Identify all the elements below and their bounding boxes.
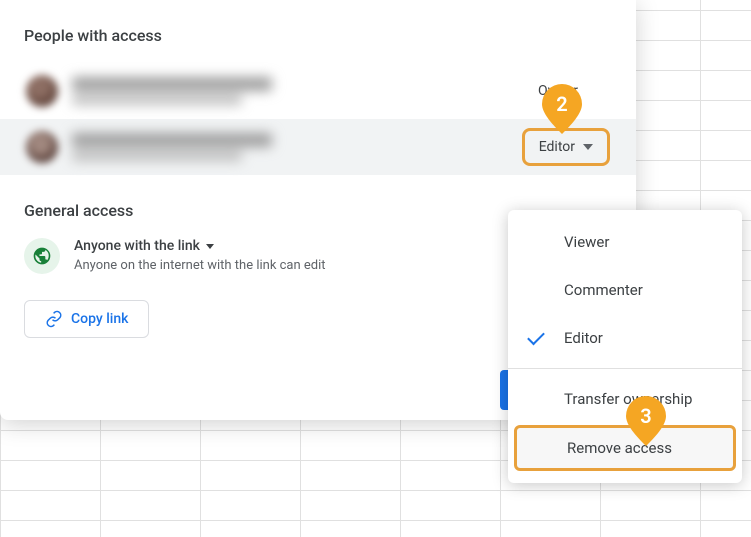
chevron-down-icon	[206, 244, 214, 249]
copy-link-label: Copy link	[71, 311, 128, 327]
link-icon	[45, 310, 63, 328]
callout-marker-3: 3	[624, 394, 668, 448]
globe-icon	[32, 246, 52, 266]
globe-icon-circle	[24, 238, 60, 274]
people-with-access-heading: People with access	[24, 26, 612, 45]
menu-item-editor[interactable]: Editor	[508, 314, 742, 362]
copy-link-button[interactable]: Copy link	[24, 300, 149, 338]
person-row: Owner	[24, 63, 612, 119]
menu-item-viewer[interactable]: Viewer	[508, 218, 742, 266]
person-info-blurred	[72, 77, 524, 105]
callout-marker-2: 2	[540, 82, 584, 136]
role-dropdown-label: Editor	[539, 139, 575, 155]
avatar	[26, 75, 58, 107]
chevron-down-icon	[583, 144, 593, 150]
person-info-blurred	[72, 133, 508, 161]
menu-separator	[508, 368, 742, 369]
general-access-option-label: Anyone with the link	[74, 238, 200, 254]
avatar	[26, 131, 58, 163]
menu-item-commenter[interactable]: Commenter	[508, 266, 742, 314]
